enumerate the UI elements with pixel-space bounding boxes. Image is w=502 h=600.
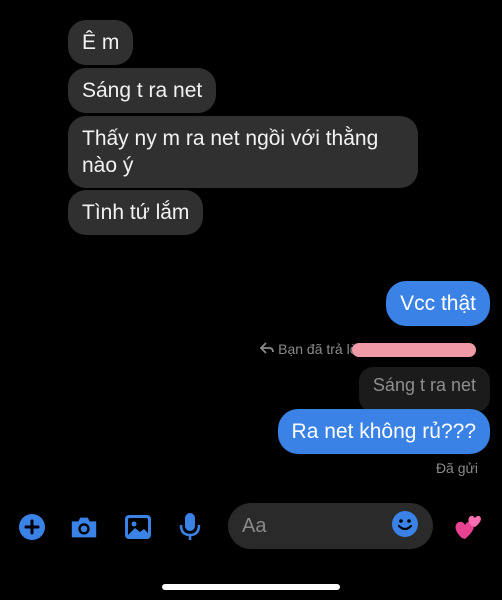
- home-indicator[interactable]: [162, 584, 340, 590]
- message-input-placeholder: Aa: [242, 514, 267, 537]
- incoming-message[interactable]: Thấy ny m ra net ngồi với thằng nào ý: [68, 116, 418, 188]
- reply-indicator: Bạn đã trả lời: [259, 341, 362, 357]
- outgoing-message[interactable]: Vcc thật: [386, 281, 490, 326]
- emoji-icon[interactable]: [391, 510, 419, 543]
- outgoing-message[interactable]: Ra net không rủ???: [277, 409, 490, 454]
- message-input[interactable]: Aa: [228, 503, 433, 549]
- incoming-message[interactable]: Ê m: [68, 20, 134, 65]
- camera-icon[interactable]: [69, 512, 99, 542]
- reply-arrow-icon: [259, 341, 275, 357]
- reply-label-text: Bạn đã trả lời: [278, 341, 362, 357]
- redacted-name: [352, 343, 476, 357]
- hearts-icon[interactable]: [453, 512, 483, 542]
- sent-status: Đã gửi: [435, 460, 478, 476]
- incoming-message[interactable]: Sáng t ra net: [68, 68, 217, 113]
- microphone-icon[interactable]: [175, 512, 205, 542]
- image-icon[interactable]: [123, 512, 153, 542]
- plus-icon[interactable]: [17, 512, 47, 542]
- quoted-message[interactable]: Sáng t ra net: [358, 367, 490, 412]
- incoming-message[interactable]: Tình tứ lắm: [68, 190, 204, 235]
